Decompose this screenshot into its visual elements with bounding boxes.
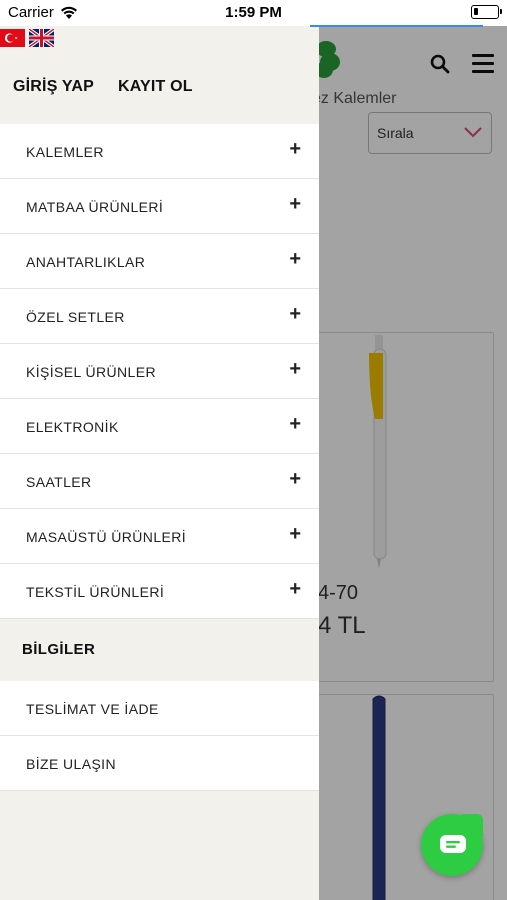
chat-button[interactable]	[421, 814, 483, 876]
menu-item-bize-ulasin[interactable]: BİZE ULAŞIN	[0, 736, 319, 791]
menu-item-saatler[interactable]: SAATLER +	[0, 454, 319, 509]
menu-item-label: ANAHTARLIKLAR	[26, 254, 146, 270]
menu-item-label: ÖZEL SETLER	[26, 309, 125, 325]
expand-plus-icon[interactable]: +	[289, 193, 301, 216]
category-menu: KALEMLER + MATBAA ÜRÜNLERİ + ANAHTARLIKL…	[0, 124, 319, 791]
menu-item-masaustu-urunleri[interactable]: MASAÜSTÜ ÜRÜNLERİ +	[0, 509, 319, 564]
menu-item-label: ELEKTRONİK	[26, 419, 119, 435]
menu-item-label: MATBAA ÜRÜNLERİ	[26, 199, 164, 215]
menu-item-anahtarliklar[interactable]: ANAHTARLIKLAR +	[0, 234, 319, 289]
expand-plus-icon[interactable]: +	[289, 578, 301, 601]
expand-plus-icon[interactable]: +	[289, 138, 301, 161]
menu-item-elektronik[interactable]: ELEKTRONİK +	[0, 399, 319, 454]
menu-item-label: KALEMLER	[26, 144, 104, 160]
menu-item-teslimat-ve-iade[interactable]: TESLİMAT VE İADE	[0, 681, 319, 736]
menu-item-label: TEKSTİL ÜRÜNLERİ	[26, 584, 165, 600]
menu-item-matbaa-urunleri[interactable]: MATBAA ÜRÜNLERİ +	[0, 179, 319, 234]
menu-item-label: BİZE ULAŞIN	[26, 756, 116, 772]
auth-links: GİRİŞ YAP KAYIT OL	[13, 78, 193, 96]
battery-level	[474, 8, 478, 15]
expand-plus-icon[interactable]: +	[289, 468, 301, 491]
menu-item-label: KİŞİSEL ÜRÜNLER	[26, 364, 156, 380]
expand-plus-icon[interactable]: +	[289, 358, 301, 381]
battery-icon	[471, 5, 502, 19]
uk-flag-icon[interactable]	[29, 29, 54, 47]
language-switcher	[0, 29, 54, 47]
menu-item-label: SAATLER	[26, 474, 92, 490]
side-drawer: GİRİŞ YAP KAYIT OL KALEMLER + MATBAA ÜRÜ…	[0, 26, 319, 900]
status-time: 1:59 PM	[225, 4, 282, 21]
chat-bubble-icon	[440, 835, 466, 853]
menu-item-ozel-setler[interactable]: ÖZEL SETLER +	[0, 289, 319, 344]
menu-item-kalemler[interactable]: KALEMLER +	[0, 124, 319, 179]
register-link[interactable]: KAYIT OL	[118, 78, 193, 96]
expand-plus-icon[interactable]: +	[289, 248, 301, 271]
menu-item-label: MASAÜSTÜ ÜRÜNLERİ	[26, 529, 187, 545]
login-link[interactable]: GİRİŞ YAP	[13, 78, 94, 96]
menu-item-tekstil-urunleri[interactable]: TEKSTİL ÜRÜNLERİ +	[0, 564, 319, 619]
expand-plus-icon[interactable]: +	[289, 413, 301, 436]
expand-plus-icon[interactable]: +	[289, 523, 301, 546]
loading-progress-line	[310, 25, 483, 27]
menu-item-label: TESLİMAT VE İADE	[26, 701, 159, 717]
info-section-title: BİLGİLER	[22, 641, 96, 658]
status-bar: Carrier 1:59 PM	[0, 0, 507, 26]
turkey-flag-icon[interactable]	[0, 29, 25, 47]
info-section-header: BİLGİLER	[0, 619, 319, 681]
battery-indicator	[471, 5, 502, 19]
expand-plus-icon[interactable]: +	[289, 303, 301, 326]
menu-item-kisisel-urunler[interactable]: KİŞİSEL ÜRÜNLER +	[0, 344, 319, 399]
